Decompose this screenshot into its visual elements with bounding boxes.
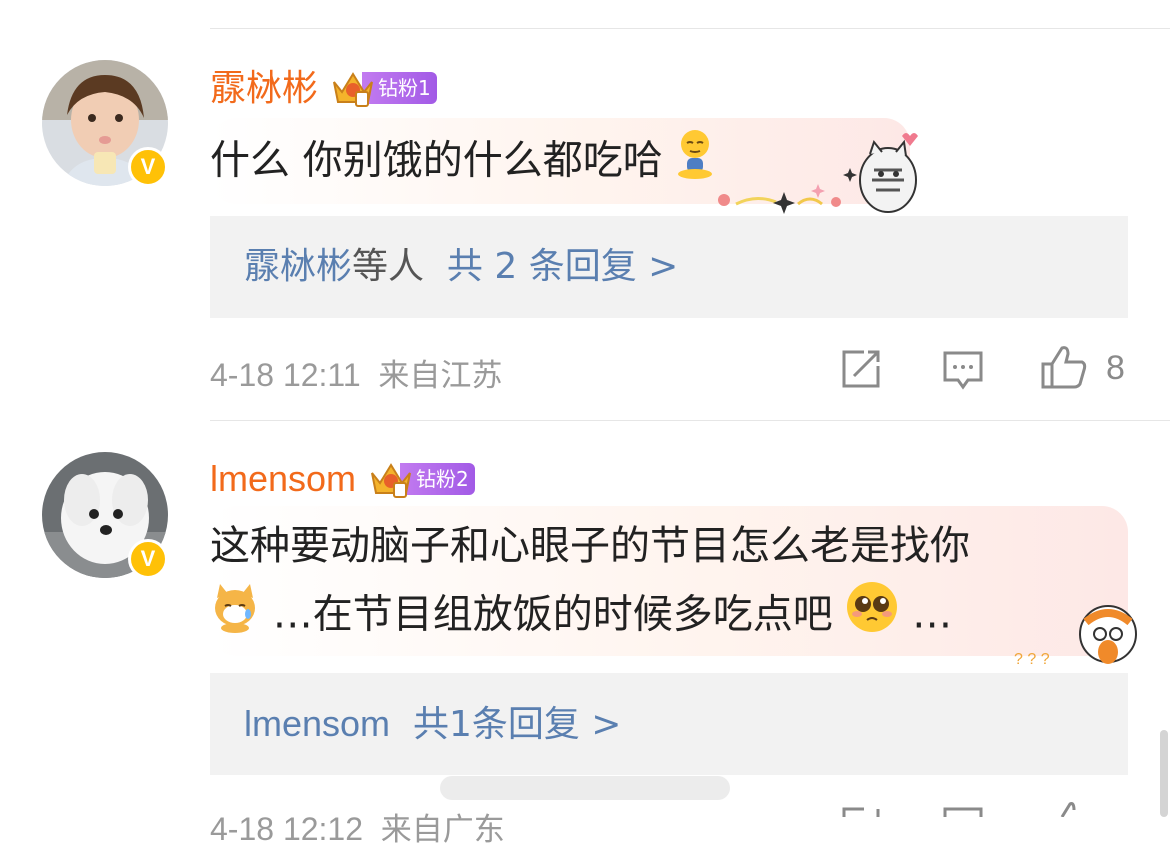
comment-meta: 4-18 12:12 来自广东	[210, 804, 505, 849]
tiger-sticker-icon: ? ? ?	[1014, 605, 1137, 668]
crown-icon	[333, 72, 373, 107]
like-icon[interactable]	[1040, 800, 1120, 817]
scrollbar[interactable]	[1160, 730, 1168, 817]
reply-count-link[interactable]: 共 2 条回复 >	[447, 246, 678, 287]
repost-icon[interactable]	[840, 806, 882, 817]
verified-badge-icon: V	[128, 539, 168, 579]
comment-text: 什么 你别饿的什么都吃哈	[210, 126, 715, 199]
replies-preview[interactable]: 霡栤彬等人 共 2 条回复 >	[210, 216, 1128, 318]
comment-icon[interactable]	[942, 806, 984, 817]
comment-text-content: 这种要动脑子和心眼子的节目怎么老是找你	[210, 523, 970, 569]
reply-author[interactable]: 霡栤彬	[244, 246, 352, 287]
replies-preview-text: lmensom 共1条回复 >	[244, 673, 621, 775]
reply-suffix: 等人	[352, 246, 425, 287]
comment-text-content-2: …在节目组放饭的时候多吃点吧	[272, 591, 833, 638]
top-divider	[210, 28, 1170, 29]
comment-meta: 4-18 12:11 来自江苏	[210, 350, 502, 395]
like-icon[interactable]	[1040, 344, 1088, 390]
fan-badge[interactable]: 钻粉2	[368, 459, 475, 499]
comment-time: 4-18 12:12	[210, 811, 364, 847]
crown-icon	[371, 463, 412, 498]
reply-count-link[interactable]: 共1条回复 >	[413, 704, 622, 745]
comment-text-content: 什么 你别饿的什么都吃哈	[210, 137, 663, 184]
fan-badge[interactable]: 钻粉1	[330, 68, 437, 108]
comment-location: 来自江苏	[378, 358, 503, 394]
replies-preview[interactable]: lmensom 共1条回复 >	[210, 673, 1128, 775]
comment-time: 4-18 12:11	[210, 357, 361, 393]
username[interactable]: lmensom	[210, 457, 356, 501]
svg-text:? ? ?: ? ? ?	[1014, 651, 1050, 668]
pleading-face-emoji-icon	[845, 580, 899, 653]
comment-text-line1: 这种要动脑子和心眼子的节目怎么老是找你	[210, 514, 970, 578]
comment-text-line2: …在节目组放饭的时候多吃点吧 …	[210, 580, 952, 653]
comment-icon[interactable]	[942, 350, 984, 390]
verified-badge-icon: V	[128, 147, 168, 187]
comment-divider	[210, 420, 1170, 421]
cat-sticker-icon	[718, 133, 918, 214]
like-count: 8	[1106, 349, 1125, 387]
replies-preview-text: 霡栤彬等人 共 2 条回复 >	[244, 216, 678, 318]
crying-dog-emoji-icon	[210, 580, 260, 653]
username-row: 霡栤彬 钻粉1	[210, 66, 437, 110]
comment-location: 来自广东	[380, 812, 505, 848]
repost-icon[interactable]	[840, 349, 882, 389]
username[interactable]: 霡栤彬	[210, 66, 318, 110]
username-row: lmensom 钻粉2	[210, 457, 475, 501]
drag-handle[interactable]	[440, 776, 730, 800]
reply-author[interactable]: lmensom	[244, 703, 390, 744]
comment-text-ellipsis: …	[912, 591, 953, 638]
